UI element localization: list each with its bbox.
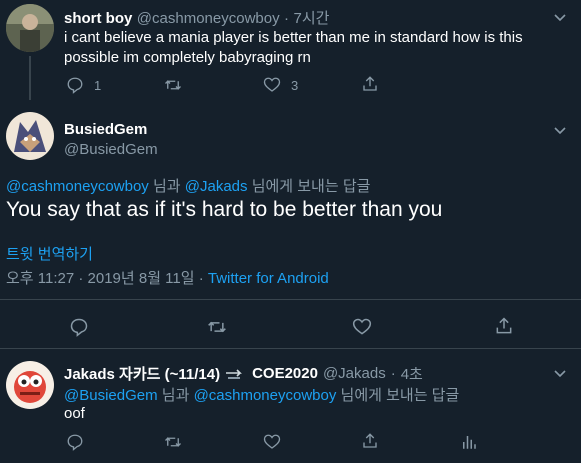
arrow-soon-icon [226,368,243,379]
tweet1-text-line1: i cant believe a mania player is better … [64,29,523,46]
tweet3-reply-suffix: 님에게 보내는 답글 [340,387,460,404]
tweet2-display-name[interactable]: BusiedGem [64,121,147,138]
share-icon [496,317,512,334]
tweet1-reply-button[interactable]: 1 [66,76,101,94]
avatar-short-boy-image [6,4,54,52]
retweet-icon [208,321,226,333]
heart-icon [352,318,372,335]
tweet1-header: short boy @cashmoneycowboy · 7시간 [64,7,329,28]
tweet1-text: i cant believe a mania player is better … [64,28,569,68]
reply-icon [70,318,88,337]
tweet2-share-button[interactable] [494,316,514,336]
tweet1-like-count: 3 [291,77,299,93]
tweet3-reply-user2-link[interactable]: @cashmoneycowboy [194,387,337,404]
tweet2-chevron-down-icon[interactable] [552,122,568,138]
tweet2-source[interactable]: Twitter for Android [208,270,329,287]
tweet2-handle[interactable]: @BusiedGem [64,141,158,158]
analytics-bar-chart-icon [463,436,476,449]
divider [0,348,581,349]
tweet3-reply-user1-link[interactable]: @BusiedGem [64,387,158,404]
avatar-busiedgem-image [6,112,54,160]
tweet2-reply-user2-link[interactable]: @Jakads [185,178,248,195]
tweet1-handle[interactable]: @cashmoneycowboy [137,10,280,27]
tweet3-retweet-button[interactable] [163,433,183,451]
tweet1-reply-count: 1 [94,77,102,93]
avatar-short-boy[interactable] [6,4,54,52]
retweet-icon [165,80,181,90]
avatar-jakads[interactable] [6,361,54,409]
share-icon [363,433,377,448]
tweet3-display-name-suffix[interactable]: COE2020 [252,365,318,382]
tweet3-text: oof [64,405,85,422]
tweet2-reply-button[interactable] [69,317,89,337]
tweet3-reply-context: @BusiedGem 님과 @cashmoneycowboy 님에게 보내는 답… [64,384,459,405]
tweet2-reply-and: 님과 [152,178,181,195]
tweet1-display-name[interactable]: short boy [64,10,132,27]
tweet2-reply-suffix: 님에게 보내는 답글 [251,178,371,195]
tweet1-time[interactable]: 7시간 [294,10,330,27]
share-icon [363,76,377,91]
tweet2-reply-context: @cashmoneycowboy 님과 @Jakads 님에게 보내는 답글 [6,175,370,196]
tweet3-share-button[interactable] [361,432,379,450]
tweet1-text-line2: possible im completely babyraging rn [64,49,311,66]
avatar-jakads-image [6,361,54,409]
tweet3-analytics-button[interactable] [460,433,478,451]
tweet3-reply-and: 님과 [161,387,190,404]
avatar-busiedgem[interactable] [6,112,54,160]
tweet1-dot: · [284,10,290,27]
tweet3-like-button[interactable] [263,433,281,451]
tweet2-like-button[interactable] [352,317,372,337]
tweet2-meta: 오후 11:27 · 2019년 8월 11일 · Twitter for An… [6,267,329,288]
tweet1-retweet-button[interactable] [163,76,183,94]
tweet2-timestamp[interactable]: 오후 11:27 · 2019년 8월 11일 · [6,270,204,287]
heart-icon [263,77,281,92]
reply-icon [67,77,83,94]
tweet3-reply-button[interactable] [66,433,84,451]
tweet3-chevron-down-icon[interactable] [552,365,568,381]
thread-line [29,56,31,100]
tweet2-text: You say that as if it's hard to be bette… [6,198,443,221]
tweet1-share-button[interactable] [361,75,379,93]
tweet1-like-button[interactable]: 3 [263,76,298,94]
translate-tweet-link[interactable]: 트윗 번역하기 [6,243,93,264]
tweet3-dot: · [390,365,396,382]
tweet3-display-name[interactable]: Jakads 자카드 (~11/14) [64,363,220,384]
heart-icon [263,434,281,449]
reply-icon [67,434,83,451]
tweet3-time[interactable]: 4초 [401,363,423,384]
divider [0,299,581,300]
tweet2-retweet-button[interactable] [206,317,228,337]
tweet1-chevron-down-icon[interactable] [552,9,568,25]
tweet2-reply-user1-link[interactable]: @cashmoneycowboy [6,178,149,195]
tweet3-header: Jakads 자카드 (~11/14) COE2020 @Jakads · 4초 [64,363,423,384]
tweet3-handle[interactable]: @Jakads [323,365,386,382]
retweet-icon [165,437,181,447]
